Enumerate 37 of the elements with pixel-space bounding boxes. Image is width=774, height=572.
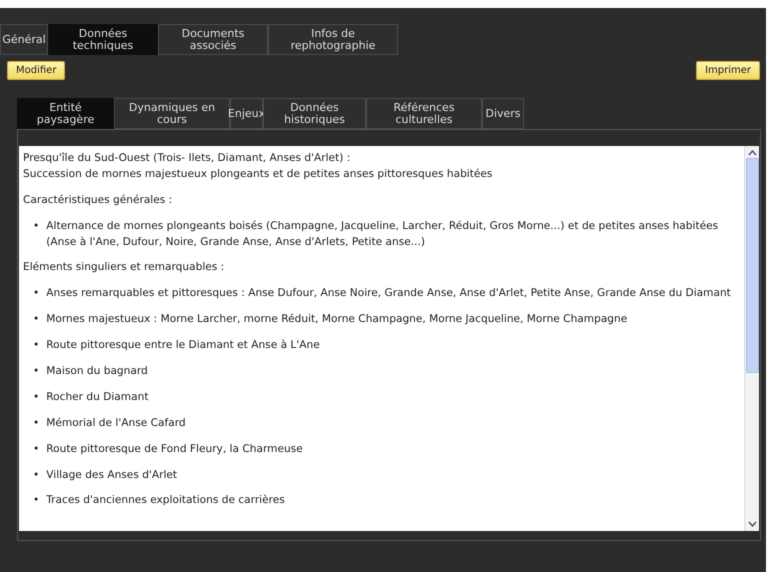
bullet: • bbox=[33, 286, 40, 302]
bullet: • bbox=[33, 338, 40, 354]
tab[interactable]: Enjeux bbox=[230, 98, 263, 129]
list-item: Rocher du Diamant bbox=[46, 390, 148, 405]
paragraph: Eléments singuliers et remarquables : bbox=[23, 260, 226, 276]
paragraph: Presqu'île du Sud-Ouest (Trois- Ilets, Diamant, Anses d'Arlet) : Succession de mornes majestueux plongeants et de petites anses pittoresques habitées bbox=[23, 151, 494, 182]
list-item: Mémorial de l'Anse Cafard bbox=[46, 416, 186, 431]
bullet: • bbox=[33, 218, 40, 234]
tab[interactable]: Documents associés bbox=[158, 24, 268, 55]
tab[interactable]: Général bbox=[0, 24, 48, 55]
list-item: Mornes majestueux : Morne Larcher, morne Réduit, Morne Champagne, Morne Jacqueline, Morne Champagne bbox=[46, 312, 628, 328]
list-item: Maison du bagnard bbox=[46, 364, 148, 380]
bullet: • bbox=[33, 416, 40, 431]
bullet: • bbox=[33, 468, 40, 483]
list-item: Anses remarquables et pittoresques : Anse Dufour, Anse Noire, Grande Anse, Anse d'Arlet, Petite Anse, Grande Anse du Diamant bbox=[46, 286, 731, 302]
paragraph: Caractéristiques générales : bbox=[23, 192, 174, 208]
list-item: Route pittoresque de Fond Fleury, la Charmeuse bbox=[46, 442, 303, 457]
print-button[interactable]: Imprimer bbox=[696, 61, 760, 80]
scrollbar[interactable] bbox=[744, 146, 759, 531]
bullet: • bbox=[33, 493, 40, 508]
bullet: • bbox=[33, 364, 40, 380]
tab[interactable]: Données techniques bbox=[48, 24, 158, 55]
tab[interactable]: Données historiques bbox=[263, 98, 366, 129]
tab[interactable]: Divers bbox=[482, 98, 524, 129]
list-item: Route pittoresque entre le Diamant et Anse à L'Ane bbox=[46, 338, 320, 354]
list-item: Village des Anses d'Arlet bbox=[46, 468, 178, 483]
bullet: • bbox=[33, 390, 40, 405]
bullet: • bbox=[33, 442, 40, 457]
list-item: Traces d'anciennes exploitations de carrières bbox=[46, 493, 285, 508]
tab[interactable]: Entité paysagère bbox=[17, 98, 114, 129]
tab[interactable]: Infos de rephotographie bbox=[268, 24, 398, 55]
list-item: Alternance de mornes plongeants boisés (Champagne, Jacqueline, Larcher, Réduit, Gros Morne...) et de petites anses habitées (Anse à l'Ane, Dufour, Noire, Grande Anse, Anse d'Arlets, Petite anse...) bbox=[46, 218, 720, 250]
scrollbar-thumb[interactable] bbox=[746, 158, 758, 373]
tab[interactable]: Dynamiques en cours bbox=[114, 98, 230, 129]
bullet: • bbox=[33, 312, 40, 328]
tab[interactable]: Références culturelles bbox=[366, 98, 482, 129]
modify-button[interactable]: Modifier bbox=[7, 61, 66, 80]
